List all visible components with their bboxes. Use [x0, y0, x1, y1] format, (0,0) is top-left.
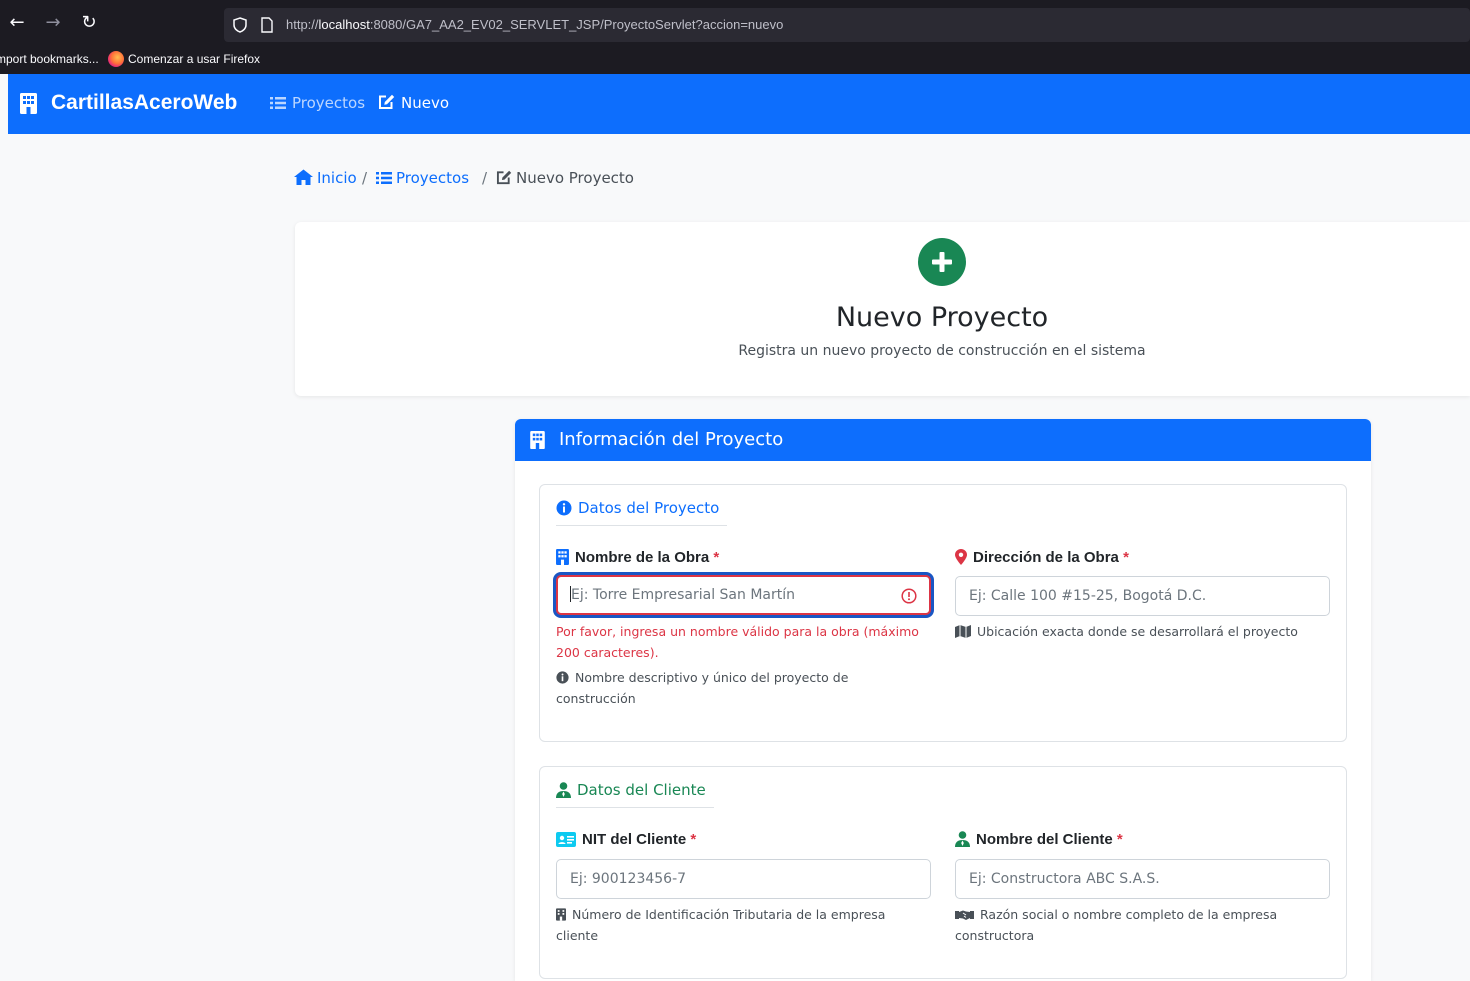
- back-arrow-icon[interactable]: ←: [6, 12, 28, 34]
- firefox-icon: [108, 51, 124, 67]
- home-icon: [294, 169, 313, 185]
- user-tie-icon: [955, 831, 970, 847]
- page-icon: [261, 17, 273, 33]
- section-legend: Datos del Cliente: [556, 781, 714, 808]
- bookmark-firefox[interactable]: Comenzar a usar Firefox: [128, 52, 260, 66]
- bookmark-import[interactable]: mport bookmarks...: [0, 52, 99, 66]
- section-legend-label: Datos del Proyecto: [578, 499, 720, 517]
- obra-name-help-text: Nombre descriptivo y único del proyecto …: [556, 670, 849, 706]
- edit-icon: [496, 170, 512, 185]
- required-mark: *: [690, 831, 697, 848]
- breadcrumb-home-label: Inicio: [317, 169, 357, 187]
- breadcrumb-home[interactable]: Inicio: [294, 169, 357, 187]
- required-mark: *: [713, 549, 720, 566]
- obra-address-label-text: Dirección de la Obra: [973, 549, 1119, 566]
- brand-text: CartillasAceroWeb: [51, 91, 238, 114]
- user-tie-icon: [556, 782, 571, 798]
- map-marker-icon: [955, 549, 967, 565]
- section-legend-label: Datos del Cliente: [577, 781, 706, 799]
- client-name-help: Razón social o nombre completo de la emp…: [955, 904, 1330, 946]
- client-name-label: Nombre del Cliente *: [955, 831, 1123, 848]
- breadcrumb-proyectos[interactable]: Proyectos: [376, 169, 469, 187]
- list-icon: [270, 97, 286, 109]
- obra-address-label: Dirección de la Obra *: [955, 549, 1129, 566]
- project-data-section: Datos del Proyecto Nombre de la Obra * E…: [539, 484, 1347, 742]
- nit-help: Número de Identificación Tributaria de l…: [556, 904, 931, 946]
- obra-name-input[interactable]: Ej: Torre Empresarial San Martín: [556, 575, 931, 615]
- card-header: Información del Proyecto: [515, 419, 1371, 461]
- info-circle-icon: [556, 500, 572, 516]
- project-form-card: Información del Proyecto Datos del Proye…: [515, 419, 1371, 981]
- obra-name-help: Nombre descriptivo y único del proyecto …: [556, 667, 931, 709]
- reload-icon[interactable]: ↻: [78, 12, 100, 34]
- required-mark: *: [1116, 831, 1123, 848]
- map-icon: [955, 625, 971, 638]
- nit-input[interactable]: Ej: 900123456-7: [556, 859, 931, 899]
- page: CartillasAceroWeb Proyectos Nuevo Inicio…: [8, 74, 1470, 981]
- obra-name-label: Nombre de la Obra *: [556, 549, 719, 566]
- page-header-card: Nuevo Proyecto Registra un nuevo proyect…: [295, 222, 1470, 396]
- required-mark: *: [1123, 549, 1129, 566]
- client-name-help-text: Razón social o nombre completo de la emp…: [955, 907, 1278, 943]
- info-circle-icon: [556, 671, 569, 684]
- obra-name-label-text: Nombre de la Obra: [575, 549, 710, 566]
- building-icon: [556, 908, 566, 921]
- browser-toolbar: ← → ↻ http://localhost:8080/GA7_AA2_EV02…: [0, 0, 1470, 44]
- building-icon: [556, 549, 569, 565]
- obra-address-input[interactable]: Ej: Calle 100 #15-25, Bogotá D.C.: [955, 576, 1330, 616]
- breadcrumb-current: Nuevo Proyecto: [496, 169, 634, 187]
- page-title: Nuevo Proyecto: [835, 302, 1049, 333]
- breadcrumb-separator: /: [482, 169, 488, 187]
- obra-name-error: Por favor, ingresa un nombre válido para…: [556, 624, 919, 660]
- page-subtitle: Registra un nuevo proyecto de construcci…: [738, 343, 1146, 359]
- client-name-label-text: Nombre del Cliente: [976, 831, 1113, 848]
- breadcrumb-current-label: Nuevo Proyecto: [516, 169, 634, 187]
- nav-link-proyectos[interactable]: Proyectos: [270, 94, 365, 112]
- list-icon: [376, 172, 392, 184]
- obra-address-help: Ubicación exacta donde se desarrollará e…: [955, 621, 1330, 642]
- error-circle-icon: [901, 588, 917, 604]
- handshake-icon: [955, 910, 974, 920]
- nav-link-nuevo[interactable]: Nuevo: [378, 94, 449, 112]
- edit-icon: [379, 94, 395, 109]
- obra-name-placeholder: Ej: Torre Empresarial San Martín: [571, 587, 795, 603]
- nit-help-text: Número de Identificación Tributaria de l…: [556, 907, 886, 943]
- building-icon: [530, 431, 545, 449]
- address-bar[interactable]: http://localhost:8080/GA7_AA2_EV02_SERVL…: [224, 8, 1470, 42]
- shield-icon: [233, 17, 247, 33]
- client-data-section: Datos del Cliente NIT del Cliente * Ej: …: [539, 766, 1347, 979]
- nav-link-label: Proyectos: [292, 94, 366, 112]
- forward-arrow-icon[interactable]: →: [42, 12, 64, 34]
- building-icon: [20, 93, 37, 114]
- nit-label: NIT del Cliente *: [556, 831, 696, 848]
- nav-link-label: Nuevo: [401, 94, 450, 112]
- obra-address-help-text: Ubicación exacta donde se desarrollará e…: [977, 624, 1298, 639]
- navbar: CartillasAceroWeb Proyectos Nuevo: [8, 74, 1470, 134]
- nit-label-text: NIT del Cliente: [582, 831, 687, 848]
- breadcrumb-proyectos-label: Proyectos: [396, 169, 470, 187]
- breadcrumb-separator: /: [362, 169, 368, 187]
- section-legend: Datos del Proyecto: [556, 499, 728, 526]
- url-text: http://localhost:8080/GA7_AA2_EV02_SERVL…: [286, 17, 784, 32]
- id-card-icon: [556, 832, 576, 847]
- card-title: Información del Proyecto: [559, 429, 784, 450]
- client-name-input[interactable]: Ej: Constructora ABC S.A.S.: [955, 859, 1330, 899]
- plus-circle-icon: [918, 238, 966, 286]
- bookmarks-bar: mport bookmarks... Comenzar a usar Firef…: [0, 44, 1470, 74]
